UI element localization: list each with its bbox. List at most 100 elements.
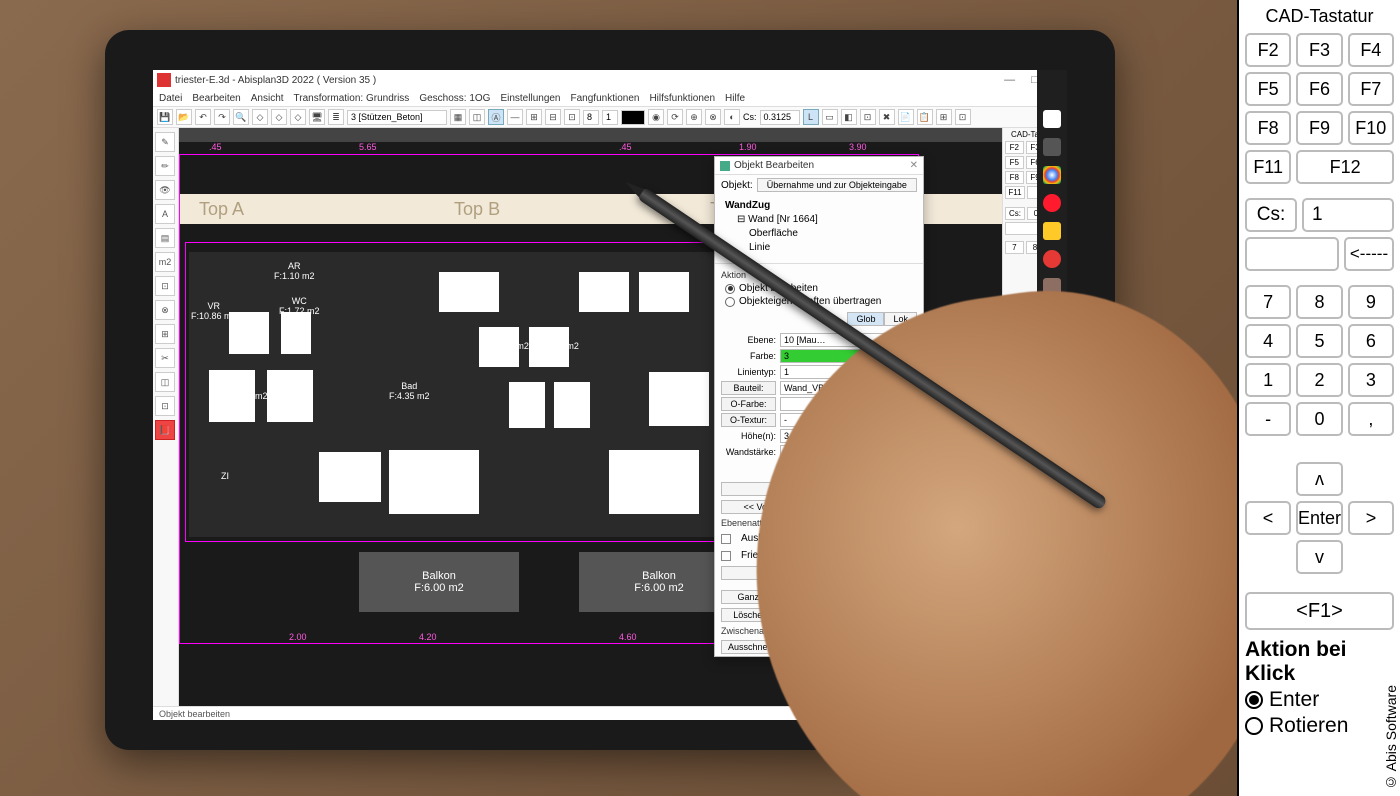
open-icon[interactable]: 📂 [176, 109, 192, 125]
one-field[interactable]: 1 [602, 110, 618, 125]
key-f3[interactable]: F3 [1296, 33, 1342, 67]
radio-transfer[interactable] [725, 297, 735, 307]
key-6[interactable]: 6 [1348, 324, 1394, 358]
opera-icon[interactable] [1043, 194, 1061, 212]
screen-icon[interactable]: 🖥 [309, 109, 325, 125]
misc-icon[interactable]: ◫ [155, 372, 175, 392]
tool-icon[interactable]: ⟳ [667, 109, 683, 125]
tool-icon[interactable]: ◧ [841, 109, 857, 125]
layer-icon[interactable]: ≣ [328, 109, 344, 125]
a-tool-icon[interactable]: Ⓐ [488, 109, 504, 125]
num-field[interactable]: 8 [583, 110, 599, 125]
key-down[interactable]: v [1296, 540, 1343, 574]
menu-geschoss[interactable]: Geschoss: 1OG [419, 93, 490, 104]
layer-field[interactable]: 3 [Stützen_Beton] [347, 110, 447, 125]
chrome-icon[interactable] [1043, 166, 1061, 184]
dialog-close-icon[interactable]: ✕ [910, 160, 918, 171]
hatch-icon[interactable]: ▤ [155, 228, 175, 248]
text-icon[interactable]: A [155, 204, 175, 224]
tool-icon[interactable]: ◉ [648, 109, 664, 125]
key-f8[interactable]: F8 [1245, 111, 1291, 145]
key-f11[interactable]: F11 [1245, 150, 1291, 184]
redo-icon[interactable]: ↷ [214, 109, 230, 125]
cs-field[interactable]: 0.3125 [760, 110, 800, 125]
radio-action-rotieren[interactable] [1245, 717, 1263, 735]
key-3[interactable]: 3 [1348, 363, 1394, 397]
key-left[interactable]: < [1245, 501, 1291, 535]
grid-icon[interactable]: ⊞ [155, 324, 175, 344]
key-f7[interactable]: F7 [1348, 72, 1394, 106]
tool-icon[interactable]: ◐ [724, 109, 740, 125]
key-0[interactable]: 0 [1296, 402, 1342, 436]
key-comma[interactable]: , [1348, 402, 1394, 436]
backspace-key[interactable]: <----- [1344, 237, 1394, 271]
tool-icon[interactable]: ▭ [822, 109, 838, 125]
tool-icon[interactable]: ◇ [252, 109, 268, 125]
object-tree[interactable]: WandZug ⊟ Wand [Nr 1664] Oberfläche Lini… [715, 195, 923, 259]
color-field[interactable] [621, 110, 645, 125]
key-5[interactable]: 5 [1296, 324, 1342, 358]
minimize-button[interactable]: — [1004, 74, 1015, 87]
menu-transformation[interactable]: Transformation: Grundriss [294, 93, 410, 104]
bauteil-button[interactable]: Bauteil: [721, 381, 776, 395]
tab-glob[interactable]: Glob [847, 312, 884, 326]
cancel-icon[interactable]: ⊗ [155, 300, 175, 320]
tool-icon[interactable]: ◇ [271, 109, 287, 125]
ofarbe-button[interactable]: O-Farbe: [721, 397, 776, 411]
menu-datei[interactable]: Datei [159, 93, 182, 104]
key-1[interactable]: 1 [1245, 363, 1291, 397]
otextur-button[interactable]: O-Textur: [721, 413, 776, 427]
menu-hilfs[interactable]: Hilfsfunktionen [649, 93, 715, 104]
dialog-titlebar[interactable]: Objekt Bearbeiten ✕ [715, 157, 923, 175]
menu-einstellungen[interactable]: Einstellungen [500, 93, 560, 104]
menu-hilfe[interactable]: Hilfe [725, 93, 745, 104]
tool-icon[interactable]: — [507, 109, 523, 125]
tool-icon[interactable]: 📋 [917, 109, 933, 125]
key-f1[interactable]: <F1> [1245, 592, 1394, 630]
chk-frieren[interactable] [721, 551, 731, 561]
app-icon[interactable] [1043, 250, 1061, 268]
pen3d-icon[interactable]: ✏ [155, 156, 175, 176]
windows-start-icon[interactable] [1043, 110, 1061, 128]
eye-icon[interactable]: 👁 [155, 180, 175, 200]
key-f9[interactable]: F9 [1296, 111, 1342, 145]
key-8[interactable]: 8 [1296, 285, 1342, 319]
key-f2[interactable]: F2 [1245, 33, 1291, 67]
save-icon[interactable]: 💾 [157, 109, 173, 125]
tool-icon[interactable]: ⊞ [936, 109, 952, 125]
quote-icon[interactable]: ⊡ [155, 276, 175, 296]
radio-edit[interactable] [725, 284, 735, 294]
key-4[interactable]: 4 [1245, 324, 1291, 358]
key-enter[interactable]: Enter [1296, 501, 1343, 535]
key-f12[interactable]: F12 [1296, 150, 1394, 184]
take-to-input-button[interactable]: Übernahme und zur Objekteingabe [757, 178, 917, 192]
misc-icon[interactable]: ⊡ [155, 396, 175, 416]
key-f6[interactable]: F6 [1296, 72, 1342, 106]
undo-icon[interactable]: ↶ [195, 109, 211, 125]
book-icon[interactable]: 📕 [155, 420, 175, 440]
tool-icon[interactable]: ▦ [450, 109, 466, 125]
tool-icon[interactable]: ⊡ [955, 109, 971, 125]
pen-icon[interactable]: ✎ [155, 132, 175, 152]
menu-bearbeiten[interactable]: Bearbeiten [192, 93, 240, 104]
key-9[interactable]: 9 [1348, 285, 1394, 319]
chk-ausblenden[interactable] [721, 534, 731, 544]
tool-icon[interactable]: ⊡ [860, 109, 876, 125]
expression-input[interactable] [1245, 237, 1339, 271]
cut-icon[interactable]: ✂ [155, 348, 175, 368]
key-right[interactable]: > [1348, 501, 1394, 535]
tool-icon[interactable]: ◇ [290, 109, 306, 125]
key-f10[interactable]: F10 [1348, 111, 1394, 145]
menu-fang[interactable]: Fangfunktionen [571, 93, 640, 104]
tool-icon[interactable]: ⊡ [564, 109, 580, 125]
explorer-icon[interactable] [1043, 222, 1061, 240]
l-tool-icon[interactable]: L [803, 109, 819, 125]
key-2[interactable]: 2 [1296, 363, 1342, 397]
key-minus[interactable]: - [1245, 402, 1291, 436]
key-f5[interactable]: F5 [1245, 72, 1291, 106]
tool-icon[interactable]: ⊗ [705, 109, 721, 125]
tool-icon[interactable]: ⊟ [545, 109, 561, 125]
key-f4[interactable]: F4 [1348, 33, 1394, 67]
settings-icon[interactable]: ✖ [879, 109, 895, 125]
tool-icon[interactable]: ◫ [469, 109, 485, 125]
